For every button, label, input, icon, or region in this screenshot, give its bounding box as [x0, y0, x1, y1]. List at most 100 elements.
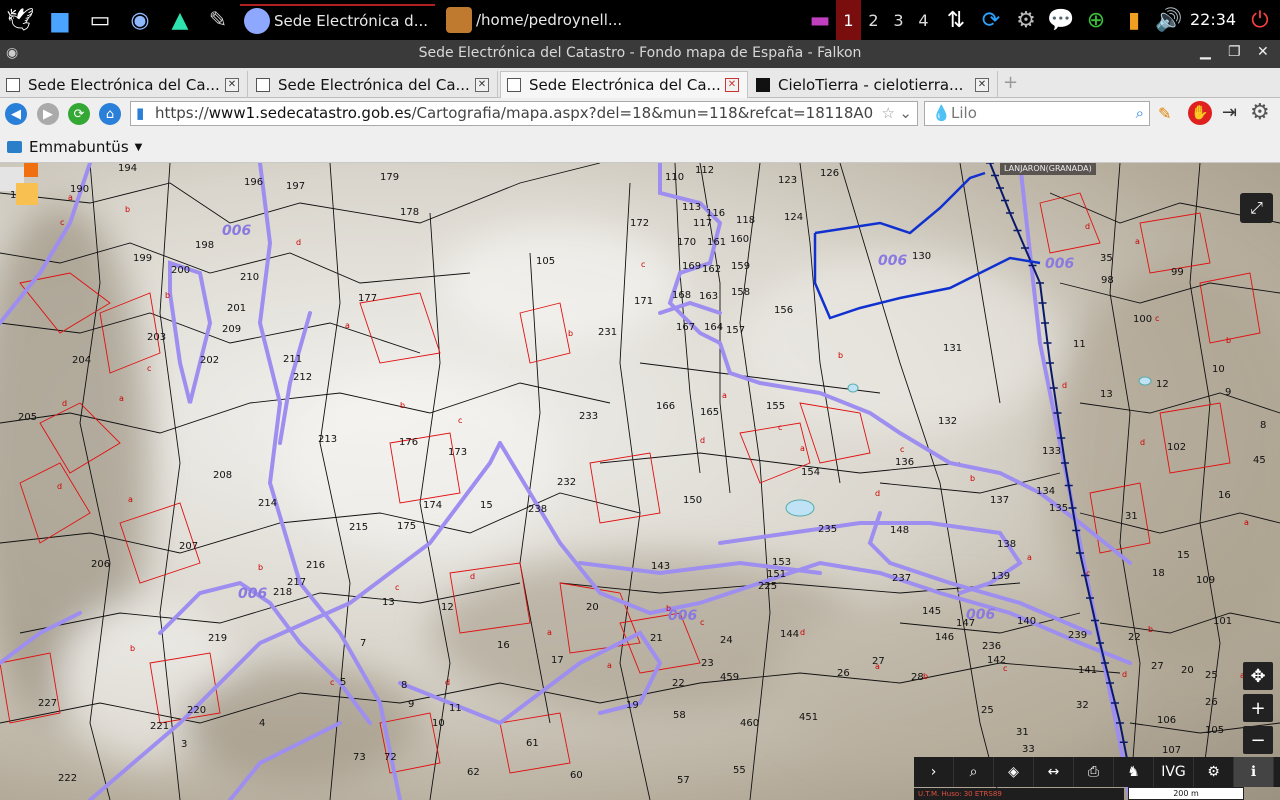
parcel-number-label[interactable]: 168: [672, 290, 691, 301]
parcel-number-label[interactable]: 212: [293, 372, 312, 383]
url-dropdown-icon[interactable]: ⌄: [899, 102, 912, 125]
parcel-number-label[interactable]: 73: [353, 752, 366, 763]
parcel-number-label[interactable]: 5: [340, 677, 346, 688]
parcel-number-label[interactable]: 8: [401, 680, 407, 691]
tab-catastro-3-active[interactable]: Sede Electrónica del Ca... ✕: [500, 71, 748, 98]
parcel-number-label[interactable]: 7: [360, 638, 366, 649]
terminal-icon[interactable]: ▭: [84, 4, 116, 36]
parcel-number-label[interactable]: 219: [208, 633, 227, 644]
parcel-number-label[interactable]: 10: [1212, 364, 1225, 375]
parcel-number-label[interactable]: 32: [1076, 700, 1089, 711]
network-updown-icon[interactable]: ⇅: [940, 4, 972, 36]
parcel-number-label[interactable]: 209: [222, 324, 241, 335]
parcel-number-label[interactable]: 231: [598, 327, 617, 338]
parcel-number-label[interactable]: 28: [911, 672, 924, 683]
parcel-number-label[interactable]: 61: [526, 738, 539, 749]
parcel-number-label[interactable]: 106: [1157, 715, 1176, 726]
parcel-number-label[interactable]: 22: [1128, 632, 1141, 643]
parcel-number-label[interactable]: 176: [399, 437, 418, 448]
parcel-number-label[interactable]: 145: [922, 606, 941, 617]
parcel-number-label[interactable]: 102: [1167, 442, 1186, 453]
parcel-number-label[interactable]: 22: [672, 678, 685, 689]
parcel-number-label[interactable]: 101: [1213, 616, 1232, 627]
parcel-number-label[interactable]: 105: [536, 256, 555, 267]
ivg-button[interactable]: IVG: [1154, 757, 1194, 787]
parcel-number-label[interactable]: 163: [699, 291, 718, 302]
parcel-number-label[interactable]: 17: [551, 655, 564, 666]
sidebar-toggle-icon[interactable]: ⇥: [1222, 102, 1237, 123]
parcel-number-label[interactable]: 12: [1156, 379, 1169, 390]
app-launcher-icon[interactable]: ▲: [164, 4, 196, 36]
parcel-number-label[interactable]: 166: [656, 401, 675, 412]
parcel-number-label[interactable]: 160: [730, 234, 749, 245]
pan-icon[interactable]: ✥: [1243, 662, 1273, 690]
parcel-number-label[interactable]: 165: [700, 407, 719, 418]
parcel-number-label[interactable]: 227: [38, 698, 57, 709]
parcel-number-label[interactable]: 215: [349, 522, 368, 533]
menu-bird-icon[interactable]: 🕊: [4, 4, 36, 36]
parcel-number-label[interactable]: 235: [818, 524, 837, 535]
parcel-number-label[interactable]: 10: [432, 718, 445, 729]
parcel-number-label[interactable]: 208: [213, 470, 232, 481]
close-window-button[interactable]: ✕: [1257, 44, 1269, 60]
parcel-number-label[interactable]: 172: [630, 218, 649, 229]
parcel-number-label[interactable]: 31: [1125, 511, 1138, 522]
parcel-number-label[interactable]: 211: [283, 354, 302, 365]
cadastral-map[interactable]: 006 006 006 006 006 006 194 196 197 179 178 1…: [0, 163, 1280, 800]
forward-button[interactable]: ▶: [37, 103, 59, 125]
add-circle-icon[interactable]: ⊕: [1080, 4, 1112, 36]
parcel-number-label[interactable]: 135: [1049, 503, 1068, 514]
parcel-number-label[interactable]: 25: [1205, 670, 1218, 681]
parcel-number-label[interactable]: 153: [772, 557, 791, 568]
parcel-number-label[interactable]: 13: [1100, 389, 1113, 400]
parcel-number-label[interactable]: 150: [683, 495, 702, 506]
parcel-number-label[interactable]: 164: [704, 322, 723, 333]
edit-pencil-icon[interactable]: ✎: [1158, 104, 1171, 123]
parcel-number-label[interactable]: 197: [286, 181, 305, 192]
tab-close-icon[interactable]: ✕: [725, 78, 739, 92]
tab-cielotierra[interactable]: CieloTierra - cielotierra... ✕: [750, 71, 998, 98]
task-file-manager[interactable]: /home/pedroynell...: [442, 4, 637, 36]
parcel-number-label[interactable]: 24: [720, 635, 733, 646]
parcel-number-label[interactable]: 9: [1225, 387, 1231, 398]
home-folder-icon[interactable]: ▆: [44, 4, 76, 36]
parcel-number-label[interactable]: 174: [423, 500, 442, 511]
parcel-number-label[interactable]: 146: [935, 632, 954, 643]
parcel-number-label[interactable]: 143: [651, 561, 670, 572]
tab-catastro-2[interactable]: Sede Electrónica del Ca... ✕: [250, 71, 498, 98]
workspace-2[interactable]: 2: [861, 0, 886, 40]
workspace-3[interactable]: 3: [886, 0, 911, 40]
parcel-number-label[interactable]: 205: [18, 412, 37, 423]
zoom-out-button[interactable]: −: [1243, 726, 1273, 754]
reload-button[interactable]: ⟳: [68, 103, 90, 125]
parcel-number-label[interactable]: 105: [1205, 725, 1224, 736]
power-icon[interactable]: ⏻: [1244, 4, 1276, 36]
parcel-number-label[interactable]: 213: [318, 434, 337, 445]
parcel-number-label[interactable]: 179: [380, 172, 399, 183]
parcel-number-label[interactable]: 151: [767, 569, 786, 580]
new-tab-button[interactable]: +: [1003, 72, 1018, 93]
parcel-number-label[interactable]: 20: [1181, 665, 1194, 676]
task-browser[interactable]: Sede Electrónica d...: [240, 4, 435, 36]
parcel-number-label[interactable]: 158: [731, 287, 750, 298]
parcel-number-label[interactable]: 132: [938, 416, 957, 427]
parcel-number-label[interactable]: 239: [1068, 630, 1087, 641]
parcel-number-label[interactable]: 207: [179, 541, 198, 552]
parcel-number-label[interactable]: 233: [579, 411, 598, 422]
parcel-number-label[interactable]: 123: [778, 175, 797, 186]
parcel-number-label[interactable]: 198: [195, 240, 214, 251]
search-icon[interactable]: ⌕: [954, 757, 994, 787]
parcel-number-label[interactable]: 237: [892, 573, 911, 584]
tab-close-icon[interactable]: ✕: [975, 77, 989, 92]
parcel-number-label[interactable]: 4: [259, 718, 265, 729]
maximize-button[interactable]: ❐: [1228, 44, 1241, 60]
parcel-number-label[interactable]: 194: [118, 163, 137, 174]
parcel-number-label[interactable]: 11: [449, 703, 462, 714]
bookmark-folder-emmabuntus[interactable]: Emmabuntüs ▼: [7, 138, 142, 156]
parcel-number-label[interactable]: 21: [650, 633, 663, 644]
update-icon[interactable]: ⟳: [975, 4, 1007, 36]
parcel-number-label[interactable]: 238: [528, 504, 547, 515]
tab-close-icon[interactable]: ✕: [475, 77, 489, 92]
map-canvas[interactable]: 006 006 006 006 006 006 194196 1971791781…: [0, 163, 1280, 800]
parcel-number-label[interactable]: 196: [244, 177, 263, 188]
